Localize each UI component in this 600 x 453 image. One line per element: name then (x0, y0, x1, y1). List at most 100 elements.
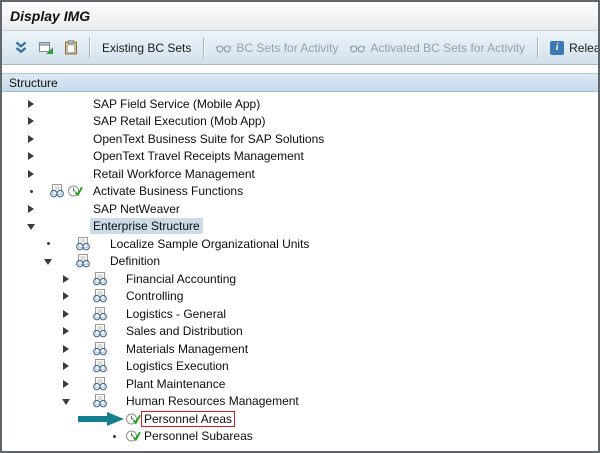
tree-item[interactable]: Enterprise Structure (2, 218, 598, 236)
tree-item-label: Plant Maintenance (123, 376, 228, 392)
tree-item-label: Human Resources Management (123, 393, 302, 409)
tree-icon-area (42, 113, 90, 130)
clipboard-icon[interactable] (59, 36, 82, 60)
execute-activity-icon[interactable] (67, 184, 83, 198)
tree-item-label: Materials Management (123, 341, 251, 357)
tree-item-label: SAP NetWeaver (90, 201, 183, 217)
tree-item-label: OpenText Travel Receipts Management (90, 148, 307, 164)
img-documentation-icon[interactable] (92, 272, 108, 286)
tree-item[interactable]: Human Resources Management (2, 393, 598, 411)
tree-icon-area (77, 393, 123, 410)
expand-arrow-icon[interactable] (26, 148, 42, 165)
expand-arrow-icon[interactable] (61, 340, 77, 357)
bc-sets-for-activity-button[interactable]: BC Sets for Activity (210, 38, 344, 58)
expand-arrow-icon[interactable] (26, 95, 42, 112)
execute-activity-icon[interactable] (125, 412, 141, 426)
tree-icon-area (42, 148, 90, 165)
tree-item-label: Retail Workforce Management (90, 166, 258, 182)
tree-item[interactable]: SAP Retail Execution (Mob App) (2, 113, 598, 131)
tree-item[interactable]: Logistics Execution (2, 358, 598, 376)
expand-arrow-icon[interactable] (26, 200, 42, 217)
tree-item[interactable]: SAP NetWeaver (2, 200, 598, 218)
expand-arrow-icon[interactable] (61, 323, 77, 340)
tree-item[interactable]: Activate Business Functions (2, 183, 598, 201)
collapse-arrow-icon[interactable] (26, 218, 42, 235)
expand-arrow-icon[interactable] (26, 113, 42, 130)
tree-item-label: Personnel Areas (141, 411, 235, 427)
img-documentation-icon[interactable] (92, 377, 108, 391)
tree-item[interactable]: OpenText Business Suite for SAP Solution… (2, 130, 598, 148)
img-documentation-icon[interactable] (75, 254, 91, 268)
existing-bc-sets-button[interactable]: Existing BC Sets (96, 38, 197, 58)
tree-item[interactable]: Retail Workforce Management (2, 165, 598, 183)
tree-item-label: Definition (107, 253, 163, 269)
img-documentation-icon[interactable] (75, 237, 91, 251)
application-toolbar: Existing BC Sets BC Sets for Activity (2, 31, 598, 65)
tree-icon-area (42, 183, 90, 200)
tree-icon-area (42, 95, 90, 112)
img-documentation-icon[interactable] (92, 324, 108, 338)
tree-item[interactable]: OpenText Travel Receipts Management (2, 148, 598, 166)
double-chevron-icon[interactable] (9, 36, 32, 60)
release-notes-button[interactable]: i Release (544, 38, 598, 58)
tree-item[interactable]: Definition (2, 253, 598, 271)
tree-item-label: Localize Sample Organizational Units (107, 236, 312, 252)
img-documentation-icon[interactable] (49, 184, 65, 198)
tree-icon-area (77, 323, 123, 340)
tree-item-label: Activate Business Functions (90, 183, 246, 199)
expand-arrow-icon[interactable] (61, 375, 77, 392)
tree-icon-area (42, 165, 90, 182)
tree-item-label: Sales and Distribution (123, 323, 246, 339)
structure-header: Structure (2, 73, 598, 92)
tree-item[interactable]: Materials Management (2, 340, 598, 358)
tree-item[interactable]: Localize Sample Organizational Units (2, 235, 598, 253)
tree-item[interactable]: Controlling (2, 288, 598, 306)
activated-bc-sets-for-activity-button[interactable]: Activated BC Sets for Activity (344, 38, 531, 58)
img-documentation-icon[interactable] (92, 342, 108, 356)
tree-item[interactable]: Sales and Distribution (2, 323, 598, 341)
img-documentation-icon[interactable] (92, 359, 108, 373)
activated-bc-sets-for-activity-label: Activated BC Sets for Activity (370, 41, 525, 55)
tree-icon-area (77, 340, 123, 357)
tree-icon-area (125, 428, 141, 445)
tree-icon-area (59, 253, 107, 270)
execute-activity-icon[interactable] (125, 429, 141, 443)
img-documentation-icon[interactable] (92, 394, 108, 408)
expand-arrow-icon[interactable] (61, 270, 77, 287)
collapse-arrow-icon[interactable] (43, 253, 59, 270)
tree-icon-area (42, 130, 90, 147)
expand-arrow-icon[interactable] (26, 130, 42, 147)
tree-item-label: Financial Accounting (123, 271, 239, 287)
title-bar: Display IMG (2, 2, 598, 31)
tree-icon-area (77, 375, 123, 392)
expand-arrow-icon[interactable] (61, 305, 77, 322)
glasses-icon (350, 43, 365, 53)
img-documentation-icon[interactable] (92, 289, 108, 303)
expand-arrow-icon[interactable] (26, 165, 42, 182)
tree-item[interactable]: SAP Field Service (Mobile App) (2, 95, 598, 113)
tree-item[interactable]: Plant Maintenance (2, 375, 598, 393)
toolbar-separator (537, 37, 538, 59)
img-documentation-icon[interactable] (92, 307, 108, 321)
annotation-arrow (78, 412, 124, 426)
bc-set-window-icon[interactable] (34, 36, 57, 60)
tree-item[interactable]: Personnel Subareas (2, 428, 598, 446)
tree-item[interactable]: Personnel Areas (2, 410, 598, 428)
collapse-arrow-icon[interactable] (61, 393, 77, 410)
tree-item[interactable]: Financial Accounting (2, 270, 598, 288)
tree-item-label: Logistics Execution (123, 358, 232, 374)
expand-arrow-icon[interactable] (61, 358, 77, 375)
tree-item[interactable]: Logistics - General (2, 305, 598, 323)
glasses-icon (216, 43, 231, 53)
tree-item-label: OpenText Business Suite for SAP Solution… (90, 131, 327, 147)
leaf-bullet (109, 428, 125, 445)
bc-sets-for-activity-label: BC Sets for Activity (236, 41, 338, 55)
leaf-bullet (43, 235, 59, 252)
expand-arrow-icon[interactable] (61, 288, 77, 305)
tree-icon-area (42, 200, 90, 217)
existing-bc-sets-label: Existing BC Sets (102, 41, 191, 55)
tree-icon-area (77, 288, 123, 305)
tree-item-label: SAP Field Service (Mobile App) (90, 96, 263, 112)
info-icon: i (550, 41, 564, 55)
tree-item-label: Enterprise Structure (90, 218, 203, 234)
